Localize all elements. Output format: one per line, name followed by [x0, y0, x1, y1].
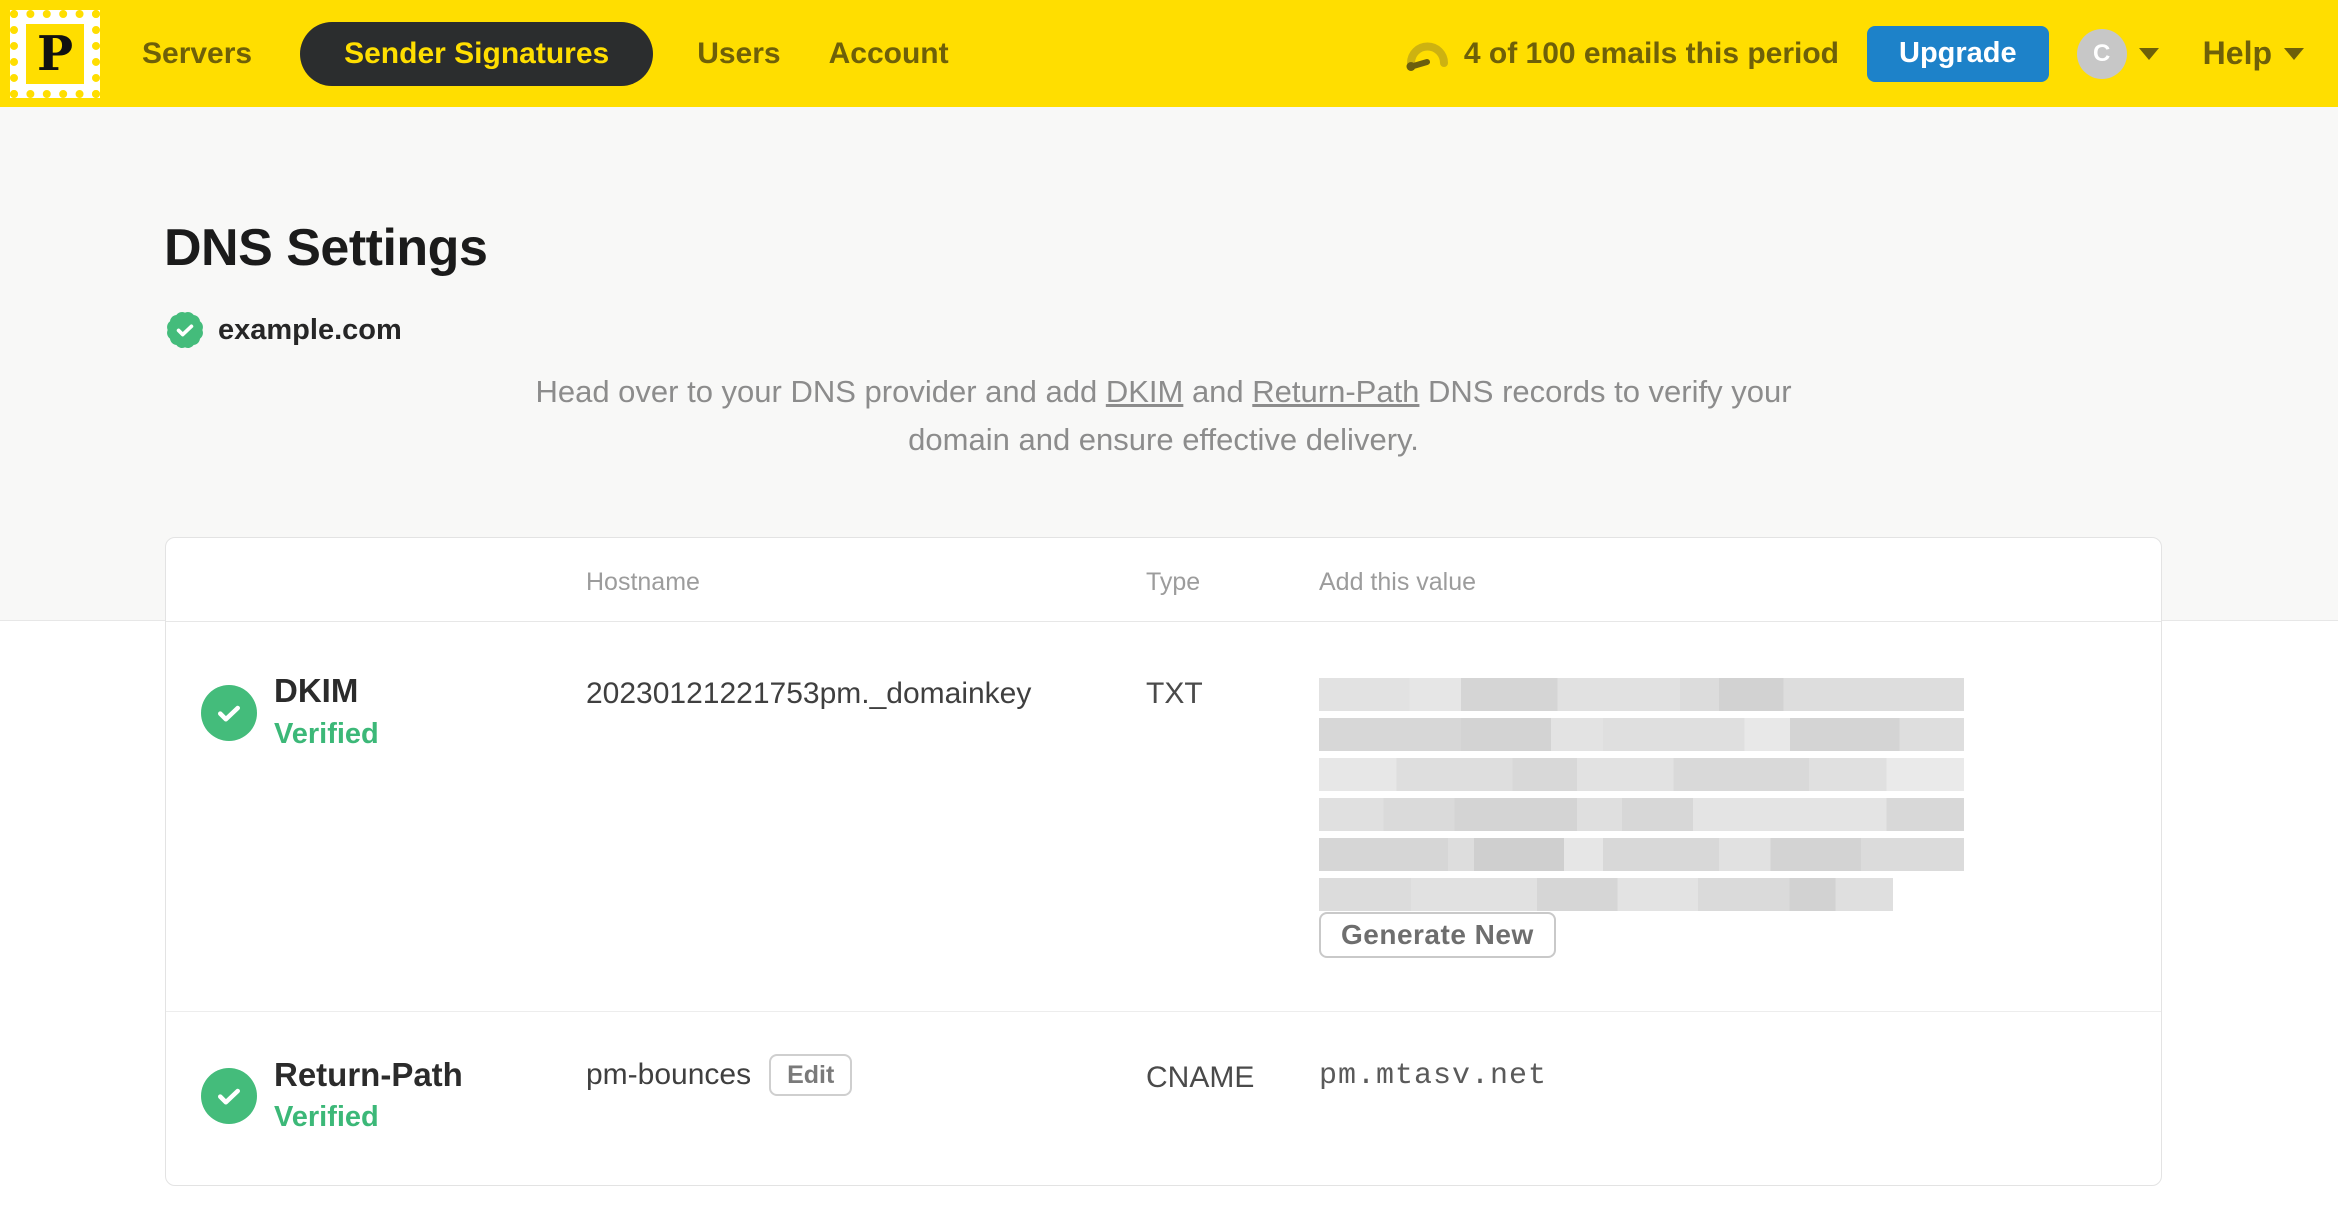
column-header-type: Type — [1146, 568, 1201, 596]
record-type: TXT — [1146, 677, 1203, 710]
nav-item-users[interactable]: Users — [697, 37, 780, 71]
account-menu-caret-icon[interactable] — [2138, 47, 2159, 60]
record-name: Return-Path — [274, 1056, 463, 1093]
column-header-hostname: Hostname — [586, 568, 700, 596]
record-name: DKIM — [274, 672, 359, 709]
return-path-verified-check-icon — [201, 1068, 257, 1124]
record-hostname: pm-bounces — [586, 1058, 752, 1091]
row-divider — [166, 1011, 2161, 1012]
nav-item-servers[interactable]: Servers — [142, 37, 252, 71]
dkim-link[interactable]: DKIM — [1106, 374, 1184, 409]
intro-mid: and — [1183, 374, 1253, 409]
nav-item-account[interactable]: Account — [829, 37, 949, 71]
dns-records-card: Hostname Type Add this value DKIM Verifi… — [165, 537, 2162, 1186]
logo-letter: P — [26, 23, 84, 84]
help-label: Help — [2202, 35, 2272, 71]
upgrade-button[interactable]: Upgrade — [1867, 25, 2049, 82]
record-type: CNAME — [1146, 1061, 1255, 1094]
table-header-divider — [166, 621, 2161, 622]
column-header-add-this-value: Add this value — [1319, 568, 1477, 596]
generate-new-button[interactable]: Generate New — [1319, 912, 1556, 958]
topbar-right-cluster: 4 of 100 emails this period Upgrade C He… — [1404, 25, 2338, 82]
help-caret-icon — [2284, 47, 2304, 60]
usage-gauge-icon — [1406, 42, 1448, 71]
verified-seal-icon — [164, 309, 206, 351]
main-nav: Servers Sender Signatures Users Account — [142, 21, 997, 86]
usage-counter: 4 of 100 emails this period — [1463, 36, 1840, 70]
record-status-badge: Verified — [274, 1101, 379, 1133]
intro-text: Head over to your DNS provider and add D… — [165, 368, 2162, 464]
page-title: DNS Settings — [164, 219, 488, 277]
record-hostname: 20230121221753pm._domainkey — [586, 677, 1032, 710]
help-menu[interactable]: Help — [2203, 35, 2304, 72]
redacted-dkim-value — [1319, 678, 1964, 918]
domain-row: example.com — [164, 308, 402, 352]
intro-pre: Head over to your DNS provider and add — [535, 374, 1106, 409]
domain-name: example.com — [218, 313, 402, 346]
return-path-hostname-group: pm-bounces Edit — [586, 1054, 853, 1096]
top-nav-bar: P Servers Sender Signatures Users Accoun… — [0, 0, 2338, 107]
nav-item-sender-signatures[interactable]: Sender Signatures — [300, 21, 654, 86]
record-status-badge: Verified — [274, 718, 379, 750]
avatar[interactable]: C — [2076, 28, 2127, 79]
return-path-link[interactable]: Return-Path — [1252, 374, 1419, 409]
edit-button[interactable]: Edit — [769, 1054, 853, 1096]
dkim-verified-check-icon — [201, 685, 257, 741]
record-value: pm.mtasv.net — [1319, 1059, 1548, 1093]
postmark-logo[interactable]: P — [10, 9, 100, 98]
